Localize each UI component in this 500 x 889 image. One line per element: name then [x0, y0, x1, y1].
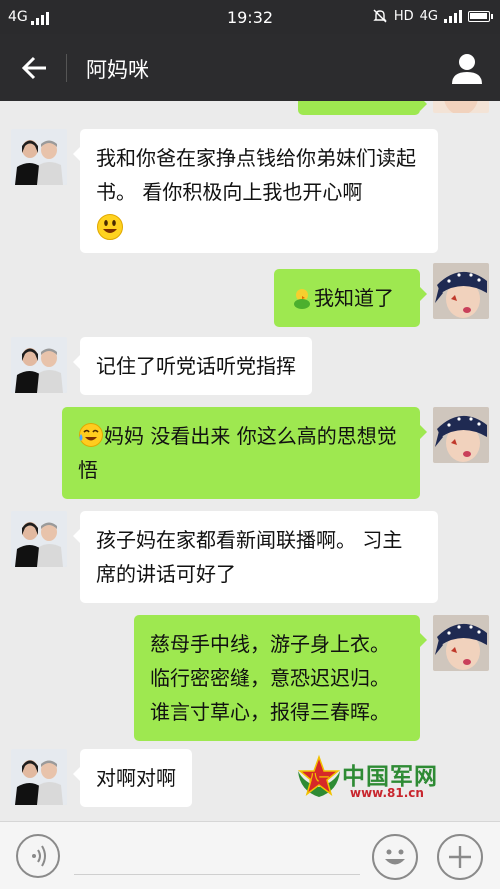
message-text: 妈妈 没看出来 你这么高的思想觉悟 — [78, 424, 397, 482]
watermark-url: www.81.cn — [350, 786, 424, 800]
parents-photo-icon — [11, 749, 67, 805]
signal-icon — [444, 9, 462, 23]
avatar-mom[interactable] — [11, 511, 67, 567]
status-bar: 4G 19:32 HD 4G — [0, 0, 500, 34]
mute-icon — [373, 9, 387, 23]
message-text: 孩子妈在家都看新闻联播啊。 习主席的讲话可好了 — [96, 528, 403, 586]
chat-area[interactable]: 我和你爸在家挣点钱给你弟妹们读起书。 看你积极向上我也开心啊 我知道了 记住了听… — [0, 101, 500, 821]
chick-emoji-icon — [294, 289, 310, 309]
kid-photo-icon — [433, 615, 489, 671]
army-logo-icon: 八一 — [297, 754, 341, 797]
battery-icon — [468, 10, 493, 22]
network-type-right: 4G — [419, 8, 438, 24]
message-text: 我知道了 — [314, 286, 394, 310]
message-text: 慈母手中线，游子身上衣。临行密密缝，意恐迟迟归。谁言寸草心，报得三春晖。 — [150, 632, 390, 724]
status-right: HD 4G — [372, 8, 493, 24]
person-icon[interactable] — [450, 51, 484, 85]
back-arrow-icon[interactable] — [18, 51, 52, 85]
chat-title: 阿妈咪 — [86, 58, 149, 82]
more-button[interactable] — [437, 834, 483, 880]
input-bar — [0, 821, 500, 889]
message-bubble[interactable]: 我知道了 — [274, 269, 427, 327]
avatar-partial[interactable] — [433, 101, 489, 113]
parents-photo-icon — [11, 511, 67, 567]
svg-text:八一: 八一 — [308, 772, 329, 784]
message-bubble[interactable]: 对啊对啊 — [73, 749, 192, 807]
message-text: 记住了听党话听党指挥 — [96, 354, 296, 378]
smile-emoji-icon — [97, 214, 123, 240]
cry-laugh-emoji-icon — [79, 423, 103, 447]
kid-photo-icon — [433, 263, 489, 319]
plus-icon — [449, 846, 471, 868]
avatar-mom[interactable] — [11, 129, 67, 185]
avatar-mom[interactable] — [11, 749, 67, 805]
title-divider — [66, 54, 67, 82]
emoji-button[interactable] — [372, 834, 418, 880]
title-bar: 阿妈咪 — [0, 34, 500, 101]
message-bubble-partial[interactable] — [298, 101, 427, 115]
voice-icon — [32, 845, 46, 867]
hd-badge: HD — [393, 8, 414, 24]
parents-photo-icon — [11, 337, 67, 393]
avatar-kid[interactable] — [433, 615, 489, 671]
avatar-kid[interactable] — [433, 407, 489, 463]
message-text: 对啊对啊 — [96, 766, 176, 790]
voice-button[interactable] — [16, 834, 60, 878]
message-bubble[interactable]: 记住了听党话听党指挥 — [73, 337, 312, 395]
message-input[interactable] — [74, 874, 360, 875]
parents-photo-icon — [11, 129, 67, 185]
message-text: 我和你爸在家挣点钱给你弟妹们读起书。 看你积极向上我也开心啊 — [96, 146, 416, 204]
avatar-kid[interactable] — [433, 263, 489, 319]
message-bubble[interactable]: 孩子妈在家都看新闻联播啊。 习主席的讲话可好了 — [73, 511, 438, 603]
avatar-mom[interactable] — [11, 337, 67, 393]
watermark: 八一 中国军网 www.81.cn — [294, 753, 454, 803]
smiley-icon — [385, 849, 405, 865]
message-bubble[interactable]: 慈母手中线，游子身上衣。临行密密缝，意恐迟迟归。谁言寸草心，报得三春晖。 — [134, 615, 427, 741]
message-bubble[interactable]: 妈妈 没看出来 你这么高的思想觉悟 — [62, 407, 427, 499]
message-bubble[interactable]: 我和你爸在家挣点钱给你弟妹们读起书。 看你积极向上我也开心啊 — [73, 129, 438, 253]
kid-photo-icon — [433, 407, 489, 463]
